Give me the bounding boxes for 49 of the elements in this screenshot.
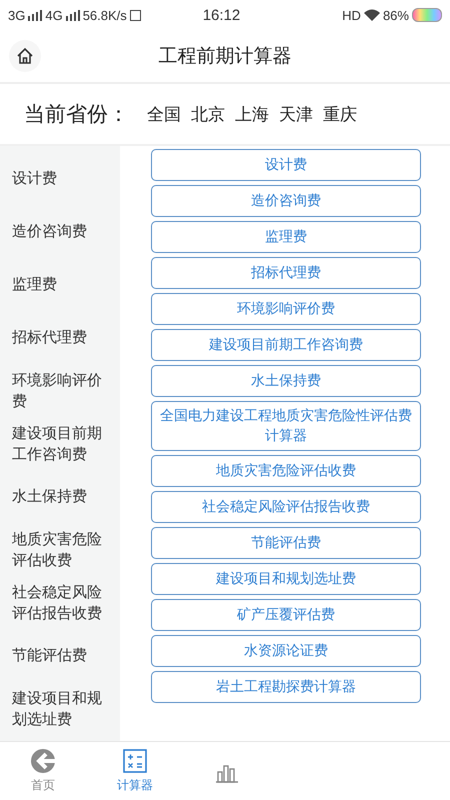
calculator-button[interactable]: 造价咨询费 [151, 185, 421, 217]
category-item[interactable]: 招标代理费 [0, 311, 120, 364]
calculator-button[interactable]: 建设项目和规划选址费 [151, 563, 421, 595]
calculator-button[interactable]: 水土保持费 [151, 365, 421, 397]
category-item[interactable]: 监理费 [0, 258, 120, 311]
home-icon [16, 47, 34, 65]
province-link[interactable]: 重庆 [323, 102, 357, 126]
tab-item[interactable]: 计算器 [104, 742, 166, 800]
calculator-button[interactable]: 监理费 [151, 221, 421, 253]
sim-icon [130, 10, 141, 20]
province-link[interactable]: 全国 [147, 102, 181, 126]
network-label: 3G [8, 8, 26, 22]
calculator-button[interactable]: 全国电力建设工程地质灾害危险性评估费计算器 [151, 401, 421, 451]
category-item[interactable]: 设计费 [0, 152, 120, 205]
category-item[interactable]: 水土保持费 [0, 470, 120, 523]
calculator-button[interactable]: 建设项目前期工作咨询费 [151, 329, 421, 361]
signal-icon [66, 10, 80, 20]
speed-text: 56.8K/s [82, 8, 127, 22]
calculator-button[interactable]: 矿产压覆评估费 [151, 599, 421, 631]
hd-label: HD [342, 8, 361, 22]
signal-icon [28, 10, 42, 20]
calculator-icon [122, 748, 148, 774]
battery-percent: 86% [382, 8, 409, 22]
province-label: 当前省份： [24, 101, 129, 128]
clock: 16:12 [202, 6, 240, 24]
calculator-button[interactable]: 岩土工程勘探费计算器 [151, 671, 421, 703]
calculator-button[interactable]: 节能评估费 [151, 527, 421, 559]
province-link[interactable]: 天津 [279, 102, 313, 126]
province-link[interactable]: 上海 [235, 102, 269, 126]
calculator-button[interactable]: 环境影响评价费 [151, 293, 421, 325]
calculator-button[interactable]: 地质灾害危险评估收费 [151, 455, 421, 487]
battery-icon [412, 8, 442, 22]
calculator-button[interactable]: 招标代理费 [151, 257, 421, 289]
calculator-button[interactable]: 设计费 [151, 149, 421, 181]
home-button[interactable] [9, 40, 41, 72]
category-item[interactable]: 造价咨询费 [0, 205, 120, 258]
calculator-button[interactable]: 水资源论证费 [151, 635, 421, 667]
category-item[interactable]: 环境影响评价费 [0, 364, 120, 417]
category-item[interactable]: 社会稳定风险评估报告收费 [0, 576, 120, 629]
network-label: 4G [45, 8, 63, 22]
calculator-button[interactable]: 社会稳定风险评估报告收费 [151, 491, 421, 523]
category-item[interactable]: 节能评估费 [0, 629, 120, 682]
category-item[interactable]: 地质灾害危险评估收费 [0, 523, 120, 576]
province-link[interactable]: 北京 [191, 102, 225, 126]
category-item[interactable]: 建设项目前期工作咨询费 [0, 417, 120, 470]
tab-item[interactable]: 首页 [12, 742, 74, 800]
page-title: 工程前期计算器 [158, 44, 292, 69]
wifi-icon [364, 9, 380, 21]
category-item[interactable]: 建设项目和规划选址费 [0, 682, 120, 735]
